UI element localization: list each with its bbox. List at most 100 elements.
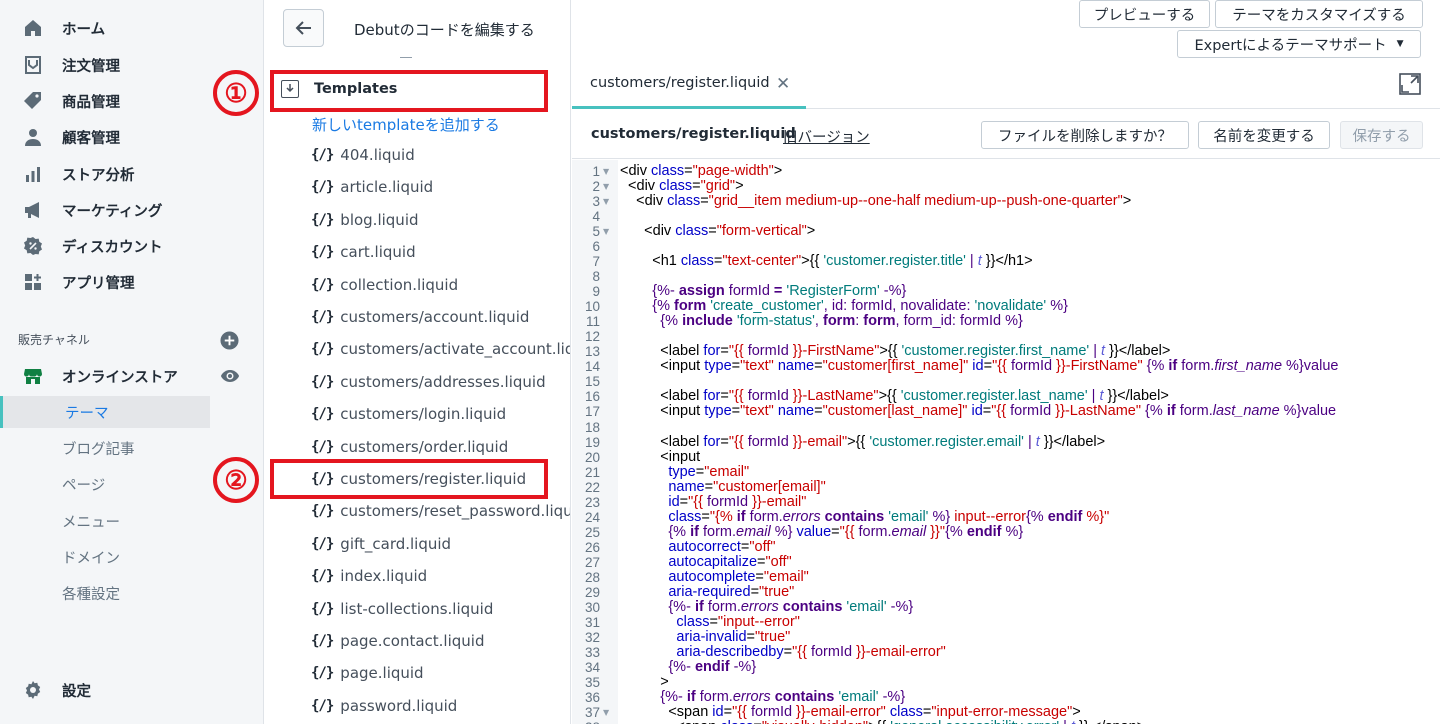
file-item[interactable]: {/} page.liquid	[311, 661, 424, 685]
code-line: autocorrect="off"	[620, 539, 775, 555]
code-token: form.	[1177, 358, 1215, 375]
code-token: formId	[810, 643, 853, 660]
settings-label: 設定	[62, 683, 91, 700]
code-token: =	[731, 358, 741, 375]
file-item[interactable]: {/} customers/order.liquid	[311, 435, 508, 459]
line-number: 23	[584, 494, 600, 510]
liquid-file-icon: {/}	[311, 309, 334, 325]
eye-icon[interactable]	[220, 366, 240, 386]
expand-icon[interactable]	[1399, 73, 1421, 95]
rename-button[interactable]: 名前を変更する	[1198, 121, 1330, 149]
store-icon	[22, 365, 44, 387]
nav-item-label: ストア分析	[62, 167, 135, 184]
old-versions-link[interactable]: 旧バージョン	[783, 126, 870, 147]
nav-online-store[interactable]: オンラインストア	[22, 361, 178, 391]
code-token: formId	[724, 283, 774, 300]
file-item-label: collection.liquid	[340, 275, 459, 294]
file-item[interactable]: {/} blog.liquid	[311, 208, 419, 232]
file-item-label: list-collections.liquid	[340, 599, 494, 618]
code-token: id	[668, 493, 680, 510]
tab-register-liquid[interactable]: customers/register.liquid	[572, 60, 806, 109]
back-button[interactable]	[283, 9, 324, 47]
code-token: }}-LastName"	[788, 388, 879, 405]
caret-down-icon: ▼	[1396, 39, 1404, 49]
add-template-link[interactable]: 新しいtemplateを追加する	[312, 114, 500, 135]
code-token: }}-FirstName"	[1052, 358, 1143, 375]
fold-arrow-icon[interactable]: ▼	[603, 227, 609, 236]
file-item-label: customers/addresses.liquid	[340, 372, 546, 391]
file-item[interactable]: {/} gift_card.liquid	[311, 532, 451, 556]
file-item[interactable]: {/} collection.liquid	[311, 273, 458, 297]
file-item[interactable]: {/} customers/register.liquid	[311, 467, 526, 491]
code-token: 'email'	[888, 508, 929, 525]
code-token: , form_id: formId %}	[895, 313, 1023, 330]
file-item[interactable]: {/} cart.liquid	[311, 240, 416, 264]
nav-settings[interactable]: 設定	[22, 675, 91, 705]
sub-item-2[interactable]: ページ	[62, 468, 105, 500]
delete-file-button[interactable]: ファイルを削除しますか？	[981, 121, 1189, 149]
code-token: =	[709, 613, 718, 630]
nav-item-4[interactable]: ストア分析	[22, 159, 135, 189]
code-editor[interactable]: <div class="page-width"> <div class="gri…	[618, 160, 1440, 724]
code-token: |	[1089, 343, 1102, 360]
sub-item-3[interactable]: メニュー	[62, 505, 120, 537]
code-token: {%-	[620, 658, 695, 675]
code-token: endif	[694, 658, 730, 675]
file-item[interactable]: {/} customers/account.liquid	[311, 305, 529, 329]
save-button[interactable]: 保存する	[1340, 121, 1423, 149]
nav-item-3[interactable]: 顧客管理	[22, 122, 120, 152]
nav-item-1[interactable]: 注文管理	[22, 50, 120, 80]
code-token: >{{	[868, 719, 890, 724]
file-item[interactable]: {/} 404.liquid	[311, 143, 415, 167]
fold-arrow-icon[interactable]: ▼	[603, 197, 609, 206]
code-line: {%- endif -%}	[620, 659, 756, 675]
nav-item-5[interactable]: マーケティング	[22, 195, 162, 225]
code-token: for	[703, 433, 721, 450]
file-item[interactable]: {/} page.contact.liquid	[311, 629, 484, 653]
file-item-label: page.liquid	[340, 664, 424, 683]
customize-theme-button[interactable]: テーマをカスタマイズする	[1215, 0, 1423, 28]
code-line: <span id="{{ formId }}-email-error" clas…	[620, 704, 1080, 720]
code-token: "{{	[792, 643, 811, 660]
sub-item-5[interactable]: 各種設定	[62, 577, 120, 609]
file-item[interactable]: {/} customers/activate_account.liquid	[311, 337, 570, 361]
fold-arrow-icon[interactable]: ▼	[603, 182, 609, 191]
code-token: type	[668, 463, 696, 480]
file-item-label: cart.liquid	[340, 243, 416, 262]
code-token: class	[667, 193, 701, 210]
file-item[interactable]: {/} customers/reset_password.liquid	[311, 499, 570, 523]
nav-item-2[interactable]: 商品管理	[22, 86, 120, 116]
file-item[interactable]: {/} list-collections.liquid	[311, 597, 493, 621]
close-icon[interactable]: ✕	[776, 74, 790, 94]
file-item[interactable]: {/} customers/addresses.liquid	[311, 370, 546, 394]
line-number: 4	[592, 209, 600, 225]
preview-button[interactable]: プレビューする	[1079, 0, 1210, 28]
file-item[interactable]: {/} password.liquid	[311, 694, 457, 718]
sub-item-0[interactable]: テーマ	[0, 396, 210, 428]
file-item[interactable]: {/} customers/login.liquid	[311, 402, 506, 426]
nav-item-6[interactable]: ディスカウント	[22, 231, 162, 261]
nav-item-label: アプリ管理	[62, 275, 135, 292]
code-token: "{{	[991, 403, 1011, 420]
code-token: "true"	[759, 583, 795, 600]
sub-item-4[interactable]: ドメイン	[62, 541, 120, 573]
fold-arrow-icon[interactable]: ▼	[603, 167, 609, 176]
file-item[interactable]: {/} article.liquid	[311, 175, 433, 199]
file-item[interactable]: {/} index.liquid	[311, 564, 427, 588]
annotation-marker-1: ①	[213, 70, 259, 116]
nav-item-7[interactable]: アプリ管理	[22, 267, 135, 297]
liquid-file-icon: {/}	[311, 341, 334, 358]
nav-item-label: 商品管理	[62, 94, 120, 111]
code-token: endif	[1047, 508, 1083, 525]
theme-support-button[interactable]: Expertによるテーマサポート ▼	[1177, 30, 1421, 58]
sub-item-1[interactable]: ブログ記事	[62, 432, 135, 464]
add-channel-icon[interactable]	[220, 331, 239, 350]
folder-templates[interactable]: Templates	[281, 80, 397, 98]
code-token: class	[668, 508, 702, 525]
nav-item-0[interactable]: ホーム	[22, 13, 105, 43]
code-line: <div class="form-vertical">	[620, 223, 815, 239]
line-number: 2	[592, 179, 600, 195]
fold-arrow-icon[interactable]: ▼	[603, 708, 609, 717]
